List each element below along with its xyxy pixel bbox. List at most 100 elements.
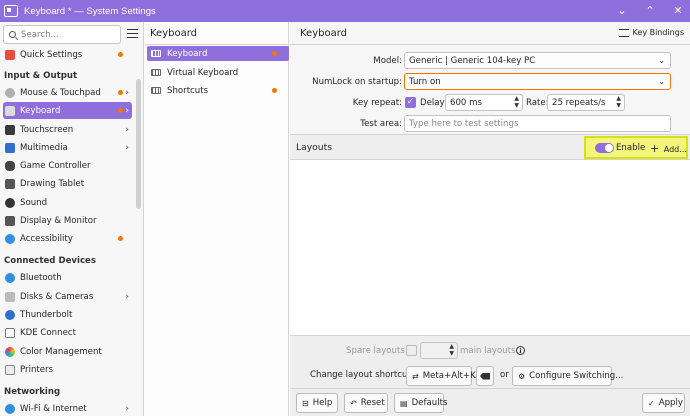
sidebar-item-label: Display & Monitor	[20, 215, 97, 226]
search-placeholder: Search...	[21, 29, 59, 40]
sidebar-item-label: Printers	[20, 364, 54, 375]
color-management-icon	[5, 346, 15, 357]
thunderbolt-icon	[5, 309, 15, 320]
subitem-shortcuts[interactable]: Shortcuts	[147, 83, 289, 98]
keyboard-icon	[5, 105, 15, 116]
shortcut-icon: ⇄	[412, 371, 419, 381]
sidebar-item-disks-cameras[interactable]: Disks & Cameras ›	[3, 288, 132, 305]
apply-button[interactable]: ✓ Apply	[642, 393, 685, 413]
sidebar-item-quick-settings[interactable]: Quick Settings	[3, 46, 132, 63]
key-bindings-button[interactable]: Key Bindings	[618, 28, 684, 37]
main-panel: Keyboard Key Bindings Model: Generic | G…	[290, 22, 690, 416]
configure-icon: ⚙	[518, 371, 526, 381]
search-input[interactable]: Search...	[3, 25, 121, 44]
subcategory-panel: Keyboard Keyboard Virtual Keyboard Short…	[145, 22, 289, 416]
defaults-icon: ▤	[400, 398, 408, 408]
delay-spinbox[interactable]: 600 ms ▲ ▼	[445, 94, 523, 111]
sidebar-item-touchscreen[interactable]: Touchscreen ›	[3, 121, 132, 138]
or-label: or	[500, 370, 509, 380]
spin-arrows-icon: ▲ ▼	[616, 95, 621, 109]
sidebar-item-multimedia[interactable]: Multimedia ›	[3, 139, 132, 156]
subitem-label: Shortcuts	[167, 85, 209, 96]
add-layout-button[interactable]: + Add...	[650, 142, 687, 155]
plus-icon: +	[650, 142, 660, 155]
sidebar-item-keyboard[interactable]: Keyboard ›	[3, 102, 132, 119]
sidebar-item-thunderbolt[interactable]: Thunderbolt	[3, 306, 132, 323]
test-area-label: Test area:	[360, 119, 402, 129]
section-input-output: Input & Output	[4, 71, 78, 81]
shortcuts-icon	[151, 87, 161, 94]
sidebar-item-mouse-touchpad[interactable]: Mouse & Touchpad ›	[3, 84, 132, 101]
chevron-right-icon: ›	[125, 142, 129, 153]
subitem-virtual-keyboard[interactable]: Virtual Keyboard	[147, 65, 289, 80]
reset-label: Reset	[360, 398, 385, 408]
chevron-down-icon: ⌄	[658, 77, 665, 86]
printer-icon	[5, 364, 15, 375]
game-controller-icon	[5, 160, 15, 171]
sidebar-item-accessibility[interactable]: Accessibility	[3, 230, 132, 247]
bluetooth-icon	[5, 272, 15, 283]
layout-shortcut-button[interactable]: ⇄ Meta+Alt+K	[406, 366, 476, 386]
key-repeat-label: Key repeat:	[352, 98, 402, 108]
sidebar-scrollbar[interactable]	[136, 79, 141, 209]
sidebar-item-drawing-tablet[interactable]: Drawing Tablet	[3, 175, 132, 192]
sidebar-item-label: Disks & Cameras	[20, 291, 94, 302]
hamburger-menu-icon[interactable]	[127, 29, 138, 38]
help-label: Help	[312, 398, 333, 408]
sidebar-item-game-controller[interactable]: Game Controller	[3, 157, 132, 174]
window-title: Keyboard * — System Settings	[24, 5, 156, 17]
numlock-combobox[interactable]: Turn on ⌄	[404, 73, 671, 90]
layouts-list[interactable]	[290, 160, 690, 336]
sidebar-item-bluetooth[interactable]: Bluetooth	[3, 269, 132, 286]
sidebar-item-label: Keyboard	[20, 105, 61, 116]
sidebar-item-label: KDE Connect	[20, 327, 76, 338]
test-area-input[interactable]: Type here to test settings	[404, 115, 671, 132]
close-icon[interactable]: ✕	[670, 3, 686, 19]
sidebar-item-kde-connect[interactable]: KDE Connect	[3, 324, 132, 341]
sidebar-item-label: Mouse & Touchpad	[20, 87, 101, 98]
help-button[interactable]: ⊟ Help	[296, 393, 338, 413]
maximize-icon[interactable]: ⌃	[642, 3, 658, 19]
title-bar: Keyboard * — System Settings ⌄ ⌃ ✕	[0, 0, 690, 22]
touchscreen-icon	[5, 124, 15, 135]
disks-icon	[5, 291, 15, 302]
info-icon[interactable]: i	[516, 346, 525, 355]
clear-shortcut-button[interactable]	[476, 366, 494, 386]
attention-dot	[272, 88, 277, 93]
subitem-label: Virtual Keyboard	[167, 67, 239, 78]
sidebar-item-wifi-internet[interactable]: Wi-Fi & Internet ›	[3, 400, 132, 416]
chevron-right-icon: ›	[125, 291, 129, 302]
defaults-button[interactable]: ▤ Defaults	[394, 393, 447, 413]
sidebar-item-sound[interactable]: Sound	[3, 194, 132, 211]
reset-button[interactable]: ↶ Reset	[344, 393, 388, 413]
sidebar-item-label: Game Controller	[20, 160, 91, 171]
sidebar-item-display-monitor[interactable]: Display & Monitor	[3, 212, 132, 229]
attention-dot	[118, 52, 123, 57]
reset-icon: ↶	[350, 398, 357, 408]
model-label: Model:	[373, 56, 402, 66]
test-area-placeholder: Type here to test settings	[409, 118, 519, 129]
model-combobox[interactable]: Generic | Generic 104-key PC ⌄	[404, 52, 671, 69]
main-layouts-label: main layouts	[460, 346, 516, 356]
attention-dot	[118, 90, 123, 95]
defaults-label: Defaults	[411, 398, 448, 408]
sidebar-item-color-management[interactable]: Color Management	[3, 343, 132, 360]
key-repeat-checkbox[interactable]: ✓	[405, 97, 416, 108]
subitem-keyboard[interactable]: Keyboard	[147, 46, 289, 61]
attention-dot	[118, 236, 123, 241]
sidebar-item-label: Quick Settings	[20, 49, 83, 60]
configure-switching-label: Configure Switching...	[529, 371, 624, 381]
rate-spinbox[interactable]: 25 repeats/s ▲ ▼	[547, 94, 625, 111]
layouts-header: Layouts Enable + Add...	[290, 134, 690, 160]
wifi-icon	[5, 403, 15, 414]
configure-switching-button[interactable]: ⚙ Configure Switching...	[512, 366, 623, 386]
mouse-icon	[5, 87, 15, 98]
sidebar-item-printers[interactable]: Printers	[3, 361, 132, 378]
minimize-icon[interactable]: ⌄	[614, 3, 630, 19]
spare-layouts-spinbox[interactable]: ▲ ▼	[420, 342, 458, 359]
enable-layouts-switch[interactable]	[595, 143, 614, 153]
sidebar-item-label: Wi-Fi & Internet	[20, 403, 87, 414]
attention-dot	[272, 51, 277, 56]
subitem-label: Keyboard	[167, 48, 208, 59]
spare-layouts-checkbox[interactable]	[406, 345, 417, 356]
